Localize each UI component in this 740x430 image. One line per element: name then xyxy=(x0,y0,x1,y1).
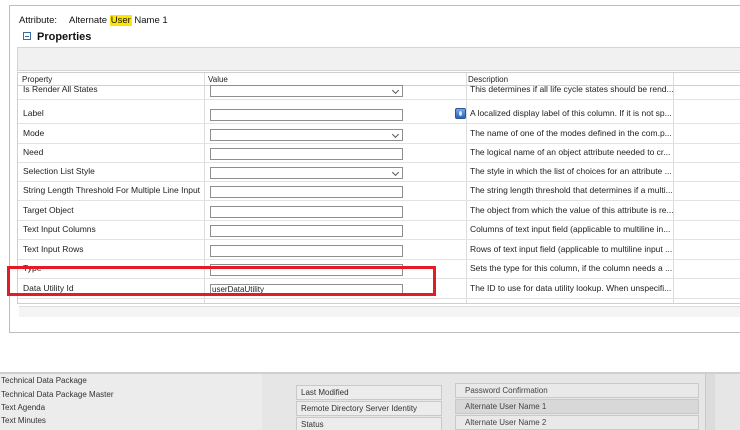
list-item[interactable]: Password Confirmation xyxy=(455,383,699,398)
property-description: Columns of text input field (applicable … xyxy=(470,224,671,234)
list-item[interactable]: Text Agenda xyxy=(1,403,45,412)
table-row[interactable]: Label A localized display label of this c… xyxy=(18,105,740,124)
table-row[interactable]: Need The logical name of an object attrib… xyxy=(18,144,740,163)
properties-section-header[interactable]: Properties xyxy=(23,31,91,43)
attribute-name-part2: Name 1 xyxy=(131,15,168,26)
property-name: Label xyxy=(23,108,44,118)
property-description: A localized display label of this column… xyxy=(470,108,672,118)
info-icon[interactable] xyxy=(455,108,466,119)
list-item[interactable]: Text Minutes xyxy=(1,416,46,425)
value-select[interactable] xyxy=(210,129,403,141)
value-input[interactable] xyxy=(210,186,403,198)
list-item[interactable]: Status xyxy=(296,417,442,430)
list-item[interactable]: Alternate User Name 1 xyxy=(455,399,699,414)
property-description: This determines if all life cycle states… xyxy=(470,84,674,94)
properties-title: Properties xyxy=(37,31,92,43)
table-row[interactable]: Target Object The object from which the v… xyxy=(18,202,740,221)
table-row[interactable]: Is Render All States This determines if a… xyxy=(18,81,740,100)
property-description: The name of one of the modes defined in … xyxy=(470,128,672,138)
value-input[interactable] xyxy=(210,109,403,121)
property-description: The object from which the value of this … xyxy=(470,205,674,215)
attribute-label: Attribute: xyxy=(19,15,58,26)
value-input[interactable] xyxy=(210,148,403,160)
table-row[interactable]: Mode The name of one of the modes defined… xyxy=(18,125,740,144)
type-list: Technical Data Package Technical Data Pa… xyxy=(0,374,262,430)
list-item[interactable]: Remote Directory Server Identity xyxy=(296,401,442,416)
property-description: The logical name of an object attribute … xyxy=(470,147,671,157)
table-row[interactable]: String Length Threshold For Multiple Lin… xyxy=(18,182,740,201)
highlight-annotation-box xyxy=(7,266,436,296)
value-input[interactable] xyxy=(210,225,403,237)
property-name: Selection List Style xyxy=(23,166,95,176)
value-input[interactable] xyxy=(210,245,403,257)
table-row[interactable]: Text Input Columns Columns of text input … xyxy=(18,221,740,240)
property-name: Is Render All States xyxy=(23,84,98,94)
list-item[interactable]: Technical Data Package xyxy=(1,376,87,385)
collapse-icon[interactable] xyxy=(23,32,31,40)
attribute-list-column-2: Password Confirmation Alternate User Nam… xyxy=(455,374,699,430)
property-description: The style in which the list of choices f… xyxy=(470,166,672,176)
property-name: Text Input Columns xyxy=(23,224,96,234)
property-name: Mode xyxy=(23,128,45,138)
table-row[interactable]: Selection List Style The style in which t… xyxy=(18,163,740,182)
attribute-title: Attribute: Alternate User Name 1 xyxy=(19,15,168,26)
attribute-list-column: Last Modified Remote Directory Server Id… xyxy=(296,374,442,430)
property-description: Sets the type for this column, if the co… xyxy=(470,263,673,273)
property-name: String Length Threshold For Multiple Lin… xyxy=(23,185,201,195)
property-description: The string length threshold that determi… xyxy=(470,185,673,195)
scrollbar[interactable] xyxy=(705,374,715,430)
list-item[interactable]: Last Modified xyxy=(296,385,442,400)
attribute-name-highlight: User xyxy=(109,15,132,26)
table-row[interactable]: Text Input Rows Rows of text input field … xyxy=(18,241,740,260)
property-name: Need xyxy=(23,147,44,157)
attribute-name-part1: Alternate xyxy=(69,15,110,26)
property-description: The ID to use for data utility lookup. W… xyxy=(470,283,672,293)
value-select[interactable] xyxy=(210,167,403,179)
background-application: Technical Data Package Technical Data Pa… xyxy=(0,372,740,430)
property-name: Target Object xyxy=(23,205,74,215)
list-item[interactable]: Alternate User Name 2 xyxy=(455,415,699,430)
properties-toolbar xyxy=(17,47,740,71)
value-input[interactable] xyxy=(210,206,403,218)
value-select[interactable] xyxy=(210,85,403,97)
property-name: Text Input Rows xyxy=(23,244,84,254)
property-description: Rows of text input field (applicable to … xyxy=(470,244,673,254)
panel-footer-strip xyxy=(19,306,740,317)
list-item[interactable]: Technical Data Package Master xyxy=(1,390,114,399)
